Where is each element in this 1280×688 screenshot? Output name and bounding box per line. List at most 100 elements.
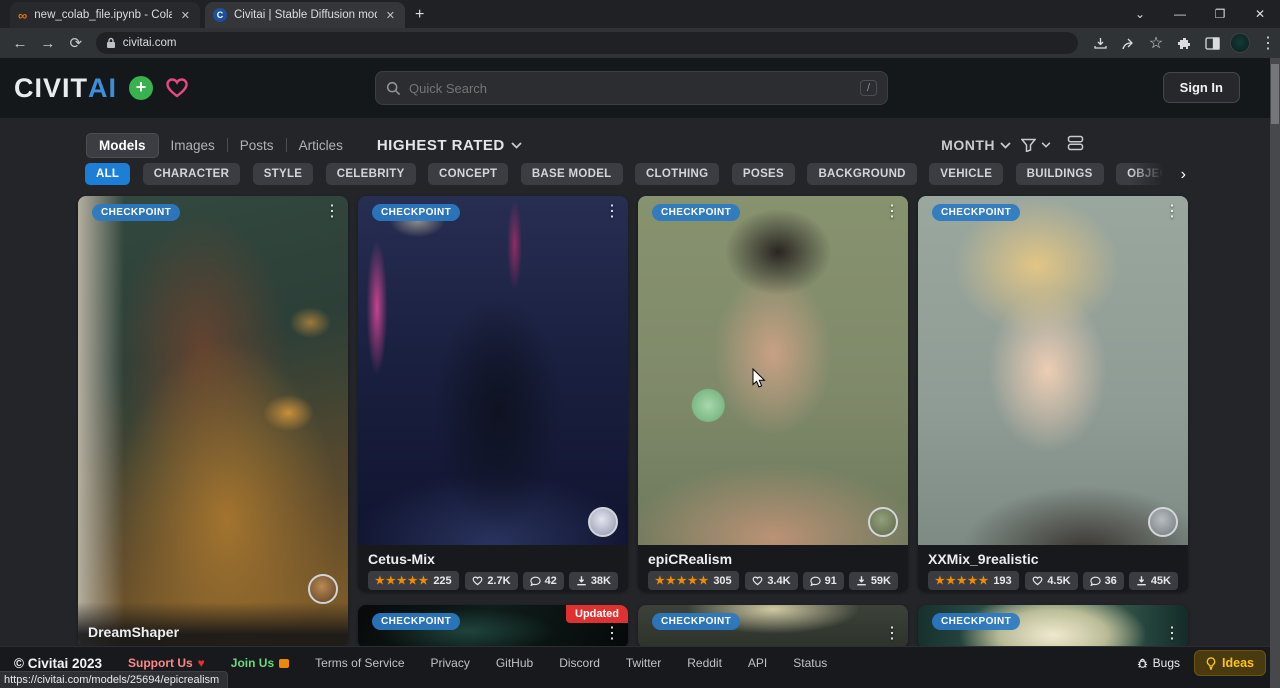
support-us-link[interactable]: Support Us♥ <box>128 656 205 670</box>
briefcase-icon <box>279 659 289 668</box>
discord-link[interactable]: Discord <box>559 656 600 670</box>
filter-funnel-icon <box>1021 138 1036 152</box>
download-icon <box>856 575 867 586</box>
star-icons: ★★★★★ <box>375 574 429 587</box>
model-card-epicrealism[interactable]: CHECKPOINT ⋮ epiCRealism ★★★★★305 3.4K 9… <box>638 196 908 592</box>
chip-all[interactable]: ALL <box>85 163 130 185</box>
api-link[interactable]: API <box>748 656 767 670</box>
favorites-heart-icon[interactable] <box>165 77 189 99</box>
tab-close-icon[interactable]: ✕ <box>179 9 192 22</box>
search-input[interactable] <box>409 81 852 96</box>
mouse-cursor <box>752 368 767 394</box>
download-page-icon[interactable] <box>1088 31 1112 55</box>
model-card-cetus-mix[interactable]: CHECKPOINT ⋮ Cetus-Mix ★★★★★225 2.7K 42 … <box>358 196 628 592</box>
chip-background[interactable]: BACKGROUND <box>807 163 916 185</box>
tab-posts[interactable]: Posts <box>228 134 286 157</box>
bugs-button[interactable]: Bugs <box>1137 656 1180 670</box>
chip-clothing[interactable]: CLOTHING <box>635 163 719 185</box>
sign-in-button[interactable]: Sign In <box>1163 72 1240 103</box>
chip-character[interactable]: CHARACTER <box>143 163 241 185</box>
tab-models[interactable]: Models <box>86 133 159 158</box>
model-type-badge: CHECKPOINT <box>372 204 460 221</box>
filter-dropdown[interactable] <box>1021 138 1051 152</box>
model-card-partial[interactable]: CHECKPOINT ⋮ <box>638 605 908 648</box>
github-link[interactable]: GitHub <box>496 656 533 670</box>
tab-strip: ∞ new_colab_file.ipynb - Colaborat ✕ C C… <box>0 0 1280 28</box>
browser-window: ∞ new_colab_file.ipynb - Colaborat ✕ C C… <box>0 0 1280 688</box>
civitai-logo[interactable]: CIVITAI <box>14 73 117 104</box>
back-button[interactable]: ← <box>6 35 34 52</box>
comments-count: 91 <box>825 575 837 587</box>
new-tab-button[interactable]: + <box>415 6 424 24</box>
star-icons: ★★★★★ <box>655 574 709 587</box>
privacy-link[interactable]: Privacy <box>431 656 470 670</box>
sort-dropdown[interactable]: HIGHEST RATED <box>377 137 522 154</box>
tab-civitai[interactable]: C Civitai | Stable Diffusion models, ✕ <box>205 2 405 28</box>
page-scrollbar[interactable] <box>1270 58 1280 688</box>
ideas-button[interactable]: Ideas <box>1194 650 1266 676</box>
chip-concept[interactable]: CONCEPT <box>428 163 508 185</box>
chrome-menu-icon[interactable]: ⋮ <box>1256 31 1280 55</box>
model-card-dreamshaper[interactable]: CHECKPOINT ⋮ DreamShaper <box>78 196 348 648</box>
bug-icon <box>1137 658 1148 669</box>
card-menu-icon[interactable]: ⋮ <box>884 201 900 221</box>
quick-search-box[interactable]: / <box>375 71 888 105</box>
scrollbar-thumb[interactable] <box>1271 64 1279 124</box>
chips-scroll-right-button[interactable]: › <box>1130 160 1186 190</box>
tab-close-icon[interactable]: ✕ <box>384 9 397 22</box>
search-icon <box>386 81 401 96</box>
card-menu-icon[interactable]: ⋮ <box>604 201 620 221</box>
join-us-link[interactable]: Join Us <box>231 656 289 670</box>
likes-pill: 2.7K <box>465 572 517 590</box>
extensions-icon[interactable] <box>1172 31 1196 55</box>
bookmark-star-icon[interactable]: ☆ <box>1144 31 1168 55</box>
copyright-text: © Civitai 2023 <box>14 656 102 671</box>
model-card-partial[interactable]: CHECKPOINT Updated ⋮ <box>358 605 628 648</box>
create-plus-button[interactable]: + <box>129 76 153 100</box>
status-link[interactable]: Status <box>793 656 827 670</box>
layout-toggle-button[interactable] <box>1067 135 1084 156</box>
card-menu-icon[interactable]: ⋮ <box>1164 201 1180 221</box>
profile-avatar[interactable] <box>1228 31 1252 55</box>
chip-celebrity[interactable]: CELEBRITY <box>326 163 416 185</box>
terms-link[interactable]: Terms of Service <box>315 656 404 670</box>
category-chips-row: ALL CHARACTER STYLE CELEBRITY CONCEPT BA… <box>85 163 1181 189</box>
forward-button[interactable]: → <box>34 35 62 52</box>
period-dropdown[interactable]: MONTH <box>941 137 1011 153</box>
creator-avatar[interactable] <box>588 507 618 537</box>
tab-images[interactable]: Images <box>159 134 227 157</box>
side-panel-icon[interactable] <box>1200 31 1224 55</box>
card-menu-icon[interactable]: ⋮ <box>884 623 900 643</box>
lightbulb-icon <box>1206 657 1216 670</box>
rating-pill: ★★★★★305 <box>648 571 739 590</box>
address-bar[interactable]: civitai.com <box>96 32 1078 54</box>
chip-poses[interactable]: POSES <box>732 163 795 185</box>
reddit-link[interactable]: Reddit <box>687 656 722 670</box>
tab-colab[interactable]: ∞ new_colab_file.ipynb - Colaborat ✕ <box>10 2 200 28</box>
creator-avatar[interactable] <box>1148 507 1178 537</box>
model-card-partial[interactable]: CHECKPOINT ⋮ <box>918 605 1188 648</box>
twitter-link[interactable]: Twitter <box>626 656 661 670</box>
model-card-xxmix[interactable]: CHECKPOINT ⋮ XXMix_9realistic ★★★★★193 4… <box>918 196 1188 592</box>
share-icon[interactable] <box>1116 31 1140 55</box>
reload-button[interactable]: ⟳ <box>62 34 90 52</box>
chip-buildings[interactable]: BUILDINGS <box>1016 163 1104 185</box>
layout-grid-icon <box>1067 135 1084 151</box>
card-menu-icon[interactable]: ⋮ <box>604 623 620 643</box>
tab-search-icon[interactable]: ⌄ <box>1120 7 1160 21</box>
creator-avatar[interactable] <box>868 507 898 537</box>
maximize-button[interactable]: ❐ <box>1200 7 1240 21</box>
model-type-badge: CHECKPOINT <box>372 613 460 630</box>
card-menu-icon[interactable]: ⋮ <box>1164 623 1180 643</box>
download-icon <box>576 575 587 586</box>
model-title: XXMix_9realistic <box>928 551 1178 567</box>
model-image <box>638 196 908 545</box>
chip-base-model[interactable]: BASE MODEL <box>521 163 623 185</box>
card-menu-icon[interactable]: ⋮ <box>324 201 340 221</box>
tab-articles[interactable]: Articles <box>287 134 355 157</box>
chip-vehicle[interactable]: VEHICLE <box>929 163 1003 185</box>
close-button[interactable]: ✕ <box>1240 7 1280 21</box>
creator-avatar[interactable] <box>308 574 338 604</box>
chip-style[interactable]: STYLE <box>253 163 314 185</box>
minimize-button[interactable]: — <box>1160 7 1200 21</box>
